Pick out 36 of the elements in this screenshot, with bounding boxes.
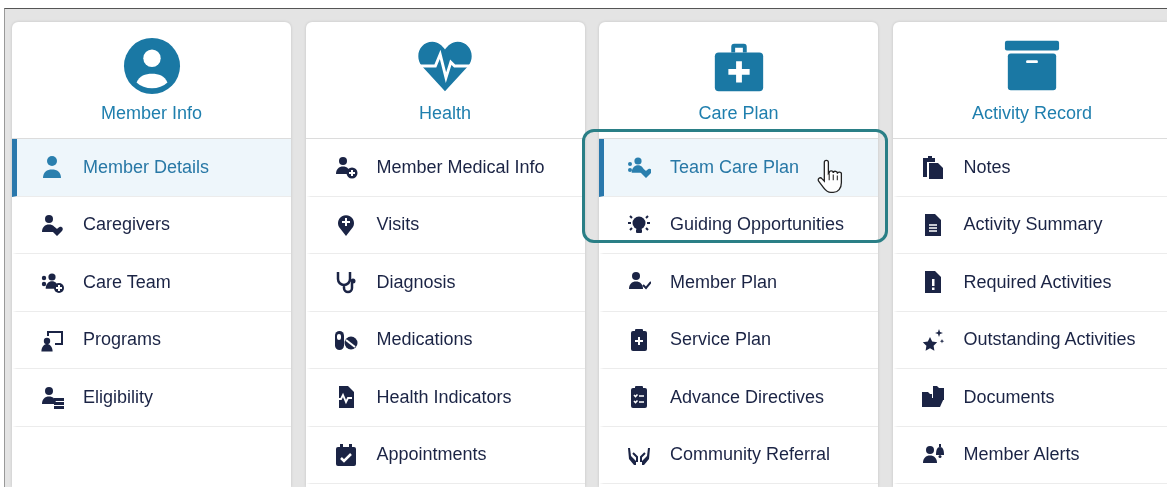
card-title: Activity Record	[971, 103, 1092, 124]
menu-item[interactable]: Service Plan	[599, 311, 878, 369]
menu-item[interactable]: Notes	[892, 139, 1167, 197]
menu-item[interactable]: Appointments	[305, 426, 585, 484]
menu-item[interactable]: Member Plan	[599, 254, 878, 312]
menu-item[interactable]: Outstanding Activities	[892, 311, 1167, 369]
card-title: Care Plan	[698, 103, 779, 124]
menu-item[interactable]: Member Alerts	[892, 426, 1167, 484]
menu-item[interactable]: Guiding Opportunities	[599, 196, 878, 254]
menu-item[interactable]: Health Indicators	[305, 369, 585, 427]
menu-item[interactable]: Eligibility	[12, 369, 291, 427]
person-list-icon	[40, 385, 64, 410]
card-title: Member Info	[100, 103, 202, 124]
stars-icon	[920, 327, 945, 352]
menu-item[interactable]: Team Care Plan	[599, 139, 878, 197]
menu-item[interactable]: Caregivers	[12, 196, 291, 254]
menu-item[interactable]: Advance Directives	[599, 369, 878, 427]
person-circle-icon	[122, 37, 181, 95]
menu-item[interactable]: Diagnosis	[305, 254, 585, 312]
menu-item[interactable]: Care Team	[12, 254, 291, 312]
menu-item[interactable]: Visits	[305, 196, 585, 254]
menu-item[interactable]: Required Activities	[892, 254, 1167, 312]
menu-item[interactable]: Member Details	[12, 139, 291, 197]
calendar-check-icon	[333, 442, 358, 467]
menu-item[interactable]: Programs	[12, 311, 291, 369]
documents-icon	[920, 155, 945, 180]
people-plus-icon	[40, 270, 64, 295]
menu-item[interactable]: Medications	[305, 311, 585, 369]
menu-item[interactable]: Community Referral	[599, 426, 878, 484]
menu-item[interactable]: Activity Summary	[892, 196, 1167, 254]
card-title: Health	[419, 103, 471, 124]
hand-cursor-icon	[817, 159, 843, 195]
person-plus-icon	[333, 155, 358, 180]
menu-item[interactable]: Member Medical Info	[305, 139, 585, 197]
menu-item[interactable]: Documents	[892, 369, 1167, 427]
person-icon	[40, 155, 64, 180]
